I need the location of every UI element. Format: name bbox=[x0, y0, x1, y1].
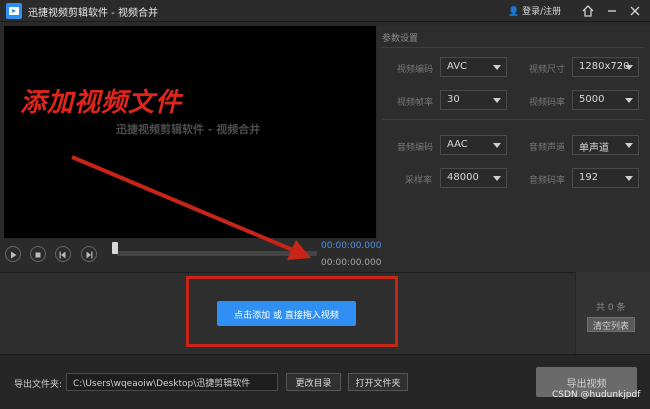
stop-icon[interactable] bbox=[30, 246, 46, 262]
dropdown-arrow-icon bbox=[493, 98, 501, 103]
next-frame-icon[interactable] bbox=[81, 246, 97, 262]
audio-samplerate-label: 采样率 bbox=[405, 176, 433, 186]
divider bbox=[382, 47, 644, 48]
progress-handle[interactable] bbox=[112, 242, 118, 254]
audio-codec-select[interactable]: AAC bbox=[440, 135, 507, 155]
video-fps-label: 视频帧率 bbox=[397, 98, 434, 108]
audio-codec-value: AAC bbox=[447, 139, 468, 150]
preview-watermark: 迅捷视频剪辑软件 - 视频合并 bbox=[116, 123, 261, 136]
login-link[interactable]: 👤 登录/注册 bbox=[508, 4, 561, 17]
minimize-icon[interactable] bbox=[604, 3, 620, 19]
time-total: 00:00:00.000 bbox=[321, 258, 382, 268]
video-codec-label: 视频编码 bbox=[397, 65, 434, 75]
overlay-title: 添加视频文件 bbox=[20, 88, 183, 118]
dropdown-arrow-icon bbox=[493, 65, 501, 70]
file-count: 共 0 条 bbox=[596, 303, 626, 313]
video-bitrate-label: 视频码率 bbox=[529, 98, 566, 108]
video-size-value: 1280x720 bbox=[579, 61, 630, 72]
video-fps-select[interactable]: 30 bbox=[440, 90, 507, 110]
play-icon[interactable] bbox=[5, 246, 21, 262]
progress-track[interactable] bbox=[117, 251, 317, 256]
video-size-label: 视频尺寸 bbox=[529, 65, 566, 75]
video-size-select[interactable]: 1280x720 bbox=[572, 57, 639, 77]
open-folder-button[interactable]: 打开文件夹 bbox=[348, 373, 408, 391]
app-logo-icon bbox=[6, 3, 22, 19]
audio-bitrate-value: 192 bbox=[579, 172, 599, 183]
dropdown-arrow-icon bbox=[493, 176, 501, 181]
app-title: 迅捷视频剪辑软件 - 视频合并 bbox=[28, 8, 158, 19]
audio-channel-label: 音频声道 bbox=[529, 143, 566, 153]
credit-watermark: CSDN @hudunkjpdf bbox=[552, 390, 641, 400]
clear-list-button[interactable]: 清空列表 bbox=[587, 317, 635, 332]
video-bitrate-select[interactable]: 5000 bbox=[572, 90, 639, 110]
video-fps-value: 30 bbox=[447, 94, 460, 105]
settings-panel-footer bbox=[378, 238, 650, 272]
dropdown-arrow-icon bbox=[625, 143, 633, 148]
settings-title: 参数设置 bbox=[382, 34, 419, 44]
previous-frame-icon[interactable] bbox=[55, 246, 71, 262]
time-current: 00:00:00.000 bbox=[321, 241, 382, 251]
video-codec-select[interactable]: AVC bbox=[440, 57, 507, 77]
home-icon[interactable] bbox=[580, 3, 596, 19]
audio-bitrate-select[interactable]: 192 bbox=[572, 168, 639, 188]
user-icon: 👤 bbox=[508, 7, 520, 17]
login-label: 登录/注册 bbox=[522, 7, 562, 17]
export-folder-label: 导出文件夹: bbox=[14, 380, 63, 390]
export-path-field[interactable]: C:\Users\wqeaoiw\Desktop\迅捷剪辑软件 bbox=[66, 373, 278, 391]
audio-channel-value: 单声道 bbox=[579, 143, 609, 154]
video-bitrate-value: 5000 bbox=[579, 94, 605, 105]
dropdown-arrow-icon bbox=[625, 98, 633, 103]
audio-bitrate-label: 音频码率 bbox=[529, 176, 566, 186]
file-list-sidebar bbox=[575, 272, 650, 354]
dropdown-arrow-icon bbox=[625, 65, 633, 70]
dropdown-arrow-icon bbox=[625, 176, 633, 181]
dropdown-arrow-icon bbox=[493, 143, 501, 148]
video-codec-value: AVC bbox=[447, 61, 468, 72]
audio-samplerate-select[interactable]: 48000 bbox=[440, 168, 507, 188]
audio-codec-label: 音频编码 bbox=[397, 143, 434, 153]
audio-samplerate-value: 48000 bbox=[447, 172, 479, 183]
divider bbox=[382, 119, 644, 120]
annotation-highlight-box bbox=[186, 276, 398, 347]
audio-channel-select[interactable]: 单声道 bbox=[572, 135, 639, 155]
close-icon[interactable] bbox=[627, 3, 643, 19]
change-directory-button[interactable]: 更改目录 bbox=[286, 373, 341, 391]
